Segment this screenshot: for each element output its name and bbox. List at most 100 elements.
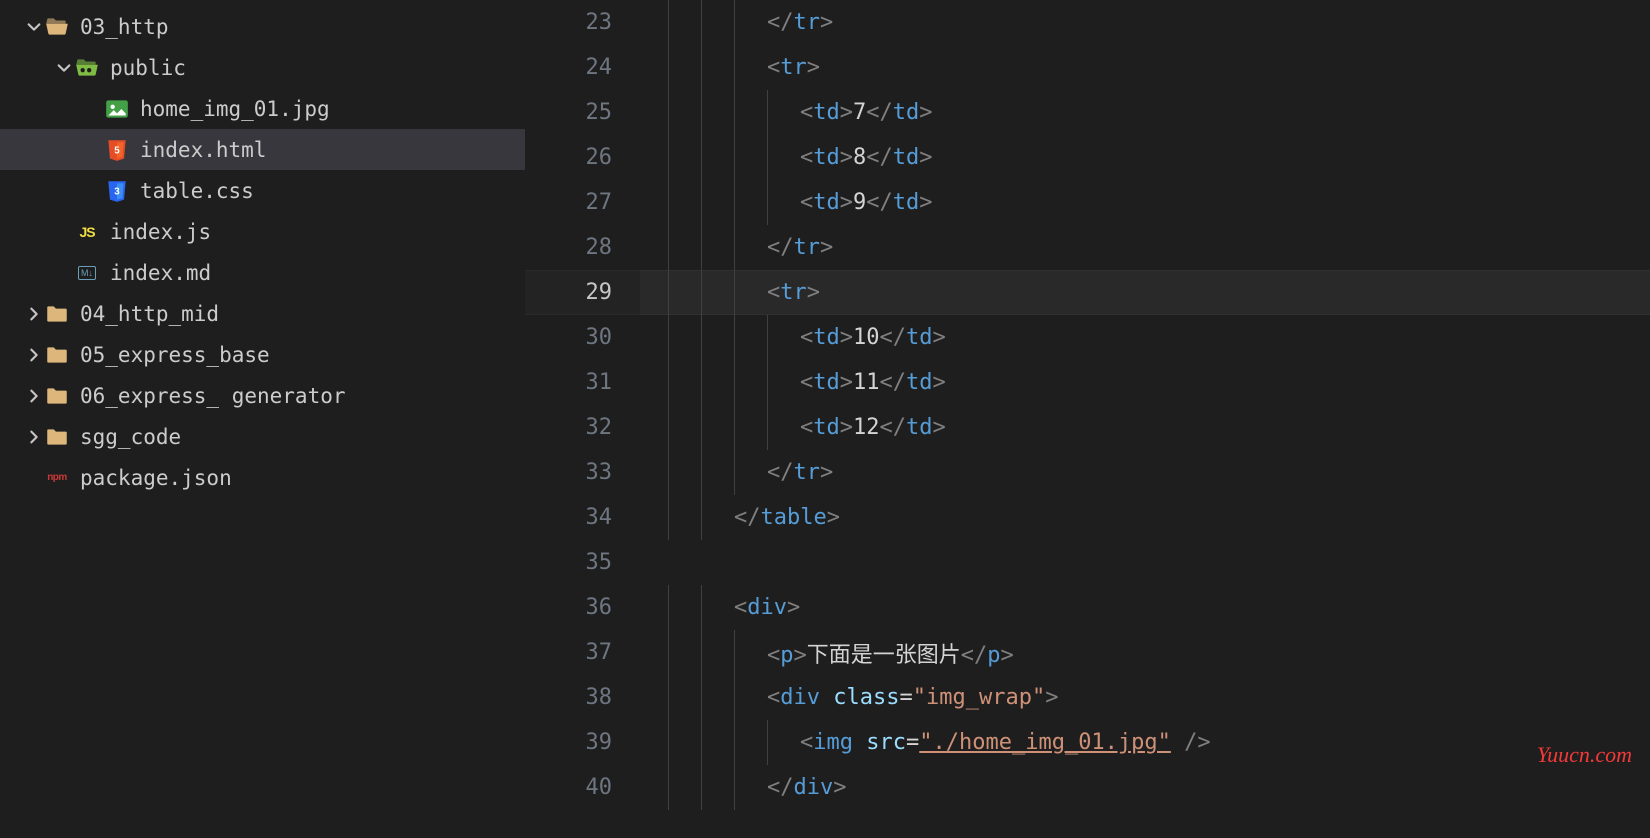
folder-icon	[44, 426, 70, 448]
line-number: 37	[525, 640, 640, 665]
tree-label: table.css	[140, 179, 254, 203]
code-line-34[interactable]: 34</table>	[525, 495, 1650, 540]
code-line-29[interactable]: 29<tr>	[525, 270, 1650, 315]
code-editor[interactable]: 23</tr>24<tr>25<td>7</td>26<td>8</td>27<…	[525, 0, 1650, 838]
line-number: 32	[525, 415, 640, 440]
file-item-table-css[interactable]: 3 table.css	[0, 170, 525, 211]
folder-icon	[44, 303, 70, 325]
file-item-index-md[interactable]: M↓ index.md	[0, 252, 525, 293]
chevron-down-icon[interactable]	[54, 60, 74, 76]
code-line-25[interactable]: 25<td>7</td>	[525, 90, 1650, 135]
file-item-index-js[interactable]: JS index.js	[0, 211, 525, 252]
code-text[interactable]: <tr>	[640, 45, 1650, 90]
line-number: 39	[525, 730, 640, 755]
code-line-26[interactable]: 26<td>8</td>	[525, 135, 1650, 180]
folder-item-03-http[interactable]: 03_http	[0, 6, 525, 47]
code-text[interactable]: </tr>	[640, 225, 1650, 270]
line-number: 29	[525, 280, 640, 305]
code-line-33[interactable]: 33</tr>	[525, 450, 1650, 495]
code-text[interactable]: <td>7</td>	[640, 90, 1650, 135]
code-text[interactable]: </tr>	[640, 450, 1650, 495]
code-text[interactable]: <td>12</td>	[640, 405, 1650, 450]
code-text[interactable]: </tr>	[640, 0, 1650, 45]
line-number: 28	[525, 235, 640, 260]
code-text[interactable]: <td>11</td>	[640, 360, 1650, 405]
line-number: 26	[525, 145, 640, 170]
folder-icon	[44, 385, 70, 407]
folder-item-public[interactable]: public	[0, 47, 525, 88]
code-line-32[interactable]: 32<td>12</td>	[525, 405, 1650, 450]
code-text[interactable]: <td>8</td>	[640, 135, 1650, 180]
chevron-right-icon[interactable]	[24, 347, 44, 363]
file-item-package-json[interactable]: npm package.json	[0, 457, 525, 498]
code-line-23[interactable]: 23</tr>	[525, 0, 1650, 45]
html-icon: 5	[104, 139, 130, 161]
tree-label: sgg_code	[80, 425, 181, 449]
line-number: 27	[525, 190, 640, 215]
line-number: 40	[525, 775, 640, 800]
code-text[interactable]: </div>	[640, 765, 1650, 810]
file-item-home-img-01-jpg[interactable]: home_img_01.jpg	[0, 88, 525, 129]
chevron-right-icon[interactable]	[24, 388, 44, 404]
folder-item-sgg-code[interactable]: sgg_code	[0, 416, 525, 457]
tree-label: 05_express_base	[80, 343, 270, 367]
js-icon: JS	[74, 221, 100, 243]
code-line-31[interactable]: 31<td>11</td>	[525, 360, 1650, 405]
code-line-24[interactable]: 24<tr>	[525, 45, 1650, 90]
line-number: 25	[525, 100, 640, 125]
line-number: 31	[525, 370, 640, 395]
code-text[interactable]	[640, 540, 1650, 585]
code-text[interactable]: </table>	[640, 495, 1650, 540]
tree-label: index.md	[110, 261, 211, 285]
tree-label: 06_express_ generator	[80, 384, 346, 408]
code-line-38[interactable]: 38<div class="img_wrap">	[525, 675, 1650, 720]
folder-icon	[44, 344, 70, 366]
folder-item-06-express-generator[interactable]: 06_express_ generator	[0, 375, 525, 416]
line-number: 23	[525, 10, 640, 35]
code-text[interactable]: <p>下面是一张图片</p>	[640, 630, 1650, 675]
svg-text:3: 3	[114, 186, 120, 197]
code-text[interactable]: <img src="./home_img_01.jpg" />	[640, 720, 1650, 765]
code-line-27[interactable]: 27<td>9</td>	[525, 180, 1650, 225]
code-line-30[interactable]: 30<td>10</td>	[525, 315, 1650, 360]
code-text[interactable]: <div class="img_wrap">	[640, 675, 1650, 720]
markdown-icon: M↓	[74, 262, 100, 284]
code-text[interactable]: <td>9</td>	[640, 180, 1650, 225]
folder-open-icon	[44, 16, 70, 38]
code-text[interactable]: <td>10</td>	[640, 315, 1650, 360]
tree-label: index.html	[140, 138, 266, 162]
line-number: 33	[525, 460, 640, 485]
chevron-right-icon[interactable]	[24, 429, 44, 445]
code-line-28[interactable]: 28</tr>	[525, 225, 1650, 270]
tree-label: index.js	[110, 220, 211, 244]
npm-icon: npm	[44, 467, 70, 489]
file-explorer[interactable]: 03_http public home_img_01.jpg 5 index.html…	[0, 0, 525, 838]
tree-label: 03_http	[80, 15, 169, 39]
tree-label: public	[110, 56, 186, 80]
chevron-down-icon[interactable]	[24, 19, 44, 35]
tree-label: package.json	[80, 466, 232, 490]
line-number: 24	[525, 55, 640, 80]
tree-label: home_img_01.jpg	[140, 97, 330, 121]
code-text[interactable]: <div>	[640, 585, 1650, 630]
watermark: Yuucn.com	[1537, 742, 1632, 768]
code-line-36[interactable]: 36<div>	[525, 585, 1650, 630]
code-line-40[interactable]: 40</div>	[525, 765, 1650, 810]
line-number: 35	[525, 550, 640, 575]
line-number: 38	[525, 685, 640, 710]
code-line-37[interactable]: 37<p>下面是一张图片</p>	[525, 630, 1650, 675]
code-line-35[interactable]: 35	[525, 540, 1650, 585]
folder-item-04-http-mid[interactable]: 04_http_mid	[0, 293, 525, 334]
code-line-39[interactable]: 39<img src="./home_img_01.jpg" />	[525, 720, 1650, 765]
css-icon: 3	[104, 180, 130, 202]
line-number: 34	[525, 505, 640, 530]
line-number: 36	[525, 595, 640, 620]
chevron-right-icon[interactable]	[24, 306, 44, 322]
folder-item-05-express-base[interactable]: 05_express_base	[0, 334, 525, 375]
line-number: 30	[525, 325, 640, 350]
svg-text:5: 5	[114, 145, 120, 156]
code-text[interactable]: <tr>	[640, 270, 1650, 315]
file-item-index-html[interactable]: 5 index.html	[0, 129, 525, 170]
image-icon	[104, 98, 130, 120]
tree-label: 04_http_mid	[80, 302, 219, 326]
